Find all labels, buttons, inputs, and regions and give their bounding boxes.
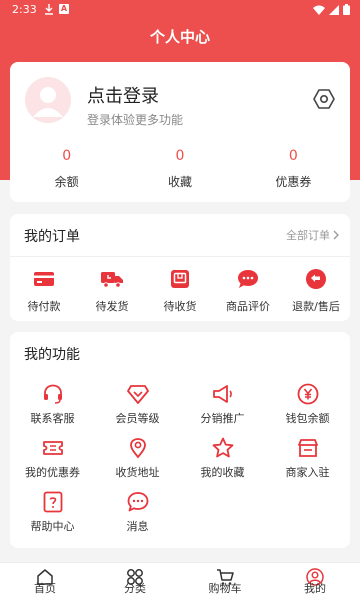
stat-label: 收藏 [167,175,192,189]
package-icon [171,270,189,288]
functions-title: 我的功能 [24,347,80,363]
tab-label: 首页 [34,582,56,595]
fn-label: 联系客服 [30,412,75,425]
fn-merchant-join[interactable]: 商家入驻 [265,436,350,479]
order-label: 待发货 [95,300,129,313]
wifi-icon [313,5,325,15]
tab-cart[interactable]: 购物车 [180,563,270,600]
fn-distribution[interactable]: 分销推广 [180,382,265,425]
status-indicators [313,4,350,15]
order-label: 退款/售后 [292,300,340,313]
stat-balance[interactable]: 0 余额 [10,148,123,190]
tab-label: 购物车 [208,582,242,595]
tab-label: 我的 [304,582,326,595]
user-avatar-icon [33,87,63,117]
order-pending-receipt[interactable]: 待收货 [146,267,214,314]
refund-icon [306,269,326,289]
tab-profile[interactable]: 我的 [270,563,360,600]
tab-home[interactable]: 首页 [0,563,90,600]
page-title: 个人中心 [149,28,210,46]
status-bar: 2:33 A [0,0,360,20]
yen-coin-icon [297,383,318,405]
store-icon [297,439,318,457]
stat-value: 0 [62,148,72,164]
avatar[interactable] [25,77,71,123]
stat-value: 0 [175,148,185,164]
login-title[interactable]: 点击登录 [87,82,159,108]
stat-label: 优惠券 [275,175,312,189]
profile-card: 点击登录 登录体验更多功能 0 余额 0 收藏 0 优惠券 [10,62,350,202]
all-orders-label: 全部订单 [286,229,330,242]
truck-icon [101,272,123,288]
stat-coupons[interactable]: 0 优惠券 [237,148,350,190]
fn-messages[interactable]: 消息 [95,490,180,533]
help-icon [43,491,62,513]
location-icon [129,438,146,459]
star-icon [212,437,233,458]
order-label: 商品评价 [226,300,270,313]
tab-category[interactable]: 分类 [90,563,180,600]
download-icon [45,4,53,15]
order-refund[interactable]: 退款/售后 [282,267,350,314]
fn-help-center[interactable]: 帮助中心 [10,490,95,533]
fn-label: 收货地址 [115,466,160,479]
battery-icon [343,4,350,15]
order-pending-shipment[interactable]: 待发货 [78,267,146,314]
login-subtitle: 登录体验更多功能 [87,113,184,127]
signal-icon [329,4,339,15]
status-time: 2:33 [12,3,37,16]
chevron-right-icon [333,230,339,240]
tab-label: 分类 [124,582,146,595]
fn-label: 商家入驻 [285,466,330,479]
order-label: 待付款 [27,300,61,313]
stat-label: 余额 [54,175,79,189]
fn-my-favorites[interactable]: 我的收藏 [180,436,265,479]
order-review[interactable]: 商品评价 [214,267,282,314]
order-status-row: 待付款 待发货 待收货 商品评价 退款/售后 [10,267,350,314]
fn-label: 会员等级 [115,412,160,425]
fn-membership-level[interactable]: 会员等级 [95,382,180,425]
megaphone-icon [212,385,232,403]
orders-title: 我的订单 [24,229,80,245]
fn-label: 消息 [126,520,149,533]
coupon-icon [42,441,63,455]
orders-card: 我的订单 全部订单 待付款 待发货 待收货 商品评价 退款/售后 [10,214,350,321]
fn-shipping-address[interactable]: 收货地址 [95,436,180,479]
stat-favorites[interactable]: 0 收藏 [123,148,236,190]
comment-icon [238,270,258,288]
fn-label: 分销推广 [200,412,245,425]
profile-stats: 0 余额 0 收藏 0 优惠券 [10,148,350,190]
headset-icon [43,384,62,404]
fn-label: 我的优惠券 [25,466,80,479]
order-pending-payment[interactable]: 待付款 [10,267,78,314]
stat-value: 0 [288,148,298,164]
fn-contact-service[interactable]: 联系客服 [10,382,95,425]
fn-wallet-balance[interactable]: 钱包余额 [265,382,350,425]
wallet-icon [34,272,54,286]
functions-grid: 联系客服 会员等级 分销推广 钱包余额 我的优惠券 收货地址 我的收藏 商家入驻… [10,382,350,533]
diamond-icon [126,385,149,404]
bottom-tabbar: 首页 分类 购物车 我的 [0,562,360,600]
fn-label: 钱包余额 [285,412,330,425]
fn-my-coupons[interactable]: 我的优惠券 [10,436,95,479]
divider [10,256,350,257]
order-label: 待收货 [163,300,197,313]
all-orders-link[interactable]: 全部订单 [286,227,340,243]
app-notification-icon: A [59,4,69,14]
fn-label: 帮助中心 [30,520,75,533]
settings-icon[interactable] [312,87,336,111]
message-icon [127,492,148,512]
fn-label: 我的收藏 [200,466,245,479]
functions-card: 我的功能 联系客服 会员等级 分销推广 钱包余额 我的优惠券 收货地址 我的收藏… [10,332,350,548]
